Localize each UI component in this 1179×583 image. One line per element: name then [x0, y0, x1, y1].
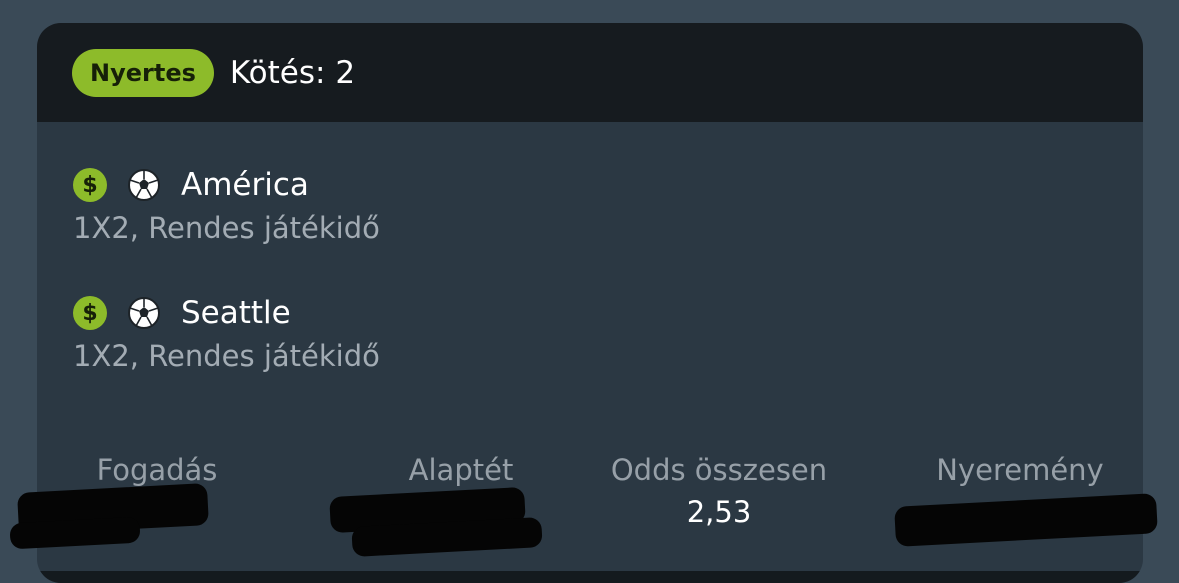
winnings-summary-cell: Nyeremény [900, 453, 1140, 487]
stake-summary-cell: Alaptét [341, 453, 581, 487]
bet-summary-cell: Fogadás [37, 453, 277, 487]
bet-card-header: Nyertes Kötés: 2 [37, 23, 1143, 122]
dollar-icon: $ [73, 168, 107, 202]
odds-label: Odds összesen [610, 453, 828, 487]
market-label: 1X2, Rendes játékidő [73, 339, 380, 373]
team-name: Seattle [181, 295, 291, 331]
market-label: 1X2, Rendes játékidő [73, 211, 380, 245]
card-footer [37, 571, 1143, 583]
bet-count-label: Kötés: 2 [229, 54, 356, 91]
status-badge: Nyertes [72, 48, 214, 97]
selection-item: $ Seattle 1X2, Rendes játékidő [73, 293, 380, 373]
winnings-label: Nyeremény [936, 453, 1104, 487]
soccer-ball-icon [128, 169, 160, 201]
stake-label: Alaptét [408, 453, 514, 487]
odds-value: 2,53 [686, 495, 752, 529]
dollar-icon: $ [73, 296, 107, 330]
team-name: América [181, 167, 309, 203]
bet-label: Fogadás [96, 453, 218, 487]
soccer-ball-icon [128, 297, 160, 329]
odds-summary-cell: Odds összesen 2,53 [599, 453, 839, 529]
selection-item: $ América 1X2, Rendes játékidő [73, 165, 380, 245]
